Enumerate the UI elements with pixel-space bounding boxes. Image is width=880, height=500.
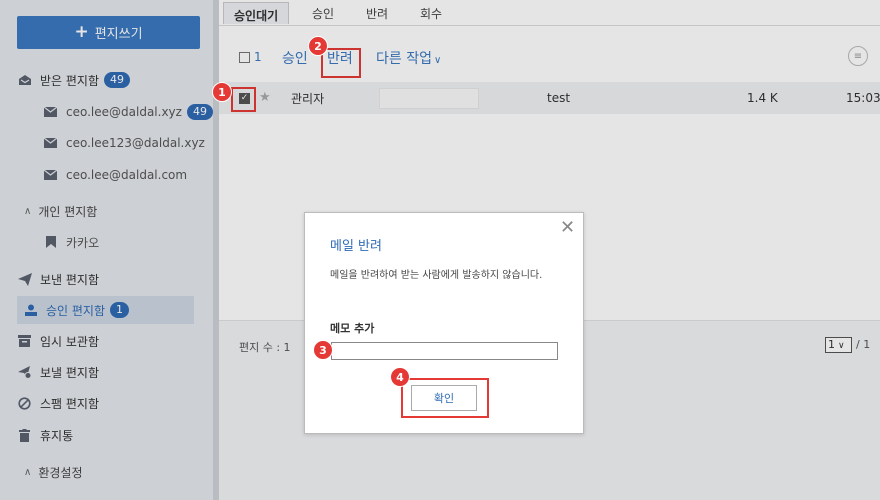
close-icon[interactable]: ✕ xyxy=(560,219,575,237)
memo-label: 메모 추가 xyxy=(330,322,375,335)
dialog-description: 메일을 반려하여 받는 사람에게 발송하지 않습니다. xyxy=(330,270,543,281)
dialog-title: 메일 반려 xyxy=(330,239,382,254)
memo-input[interactable] xyxy=(331,342,558,360)
reject-mail-dialog: ✕ 메일 반려 메일을 반려하여 받는 사람에게 발송하지 않습니다. 메모 추… xyxy=(304,212,584,434)
step-marker-2: 2 xyxy=(308,36,328,56)
step-marker-3: 3 xyxy=(313,340,333,360)
step-marker-4: 4 xyxy=(390,367,410,387)
step-marker-1: 1 xyxy=(212,82,232,102)
confirm-button[interactable]: 확인 xyxy=(411,385,477,411)
